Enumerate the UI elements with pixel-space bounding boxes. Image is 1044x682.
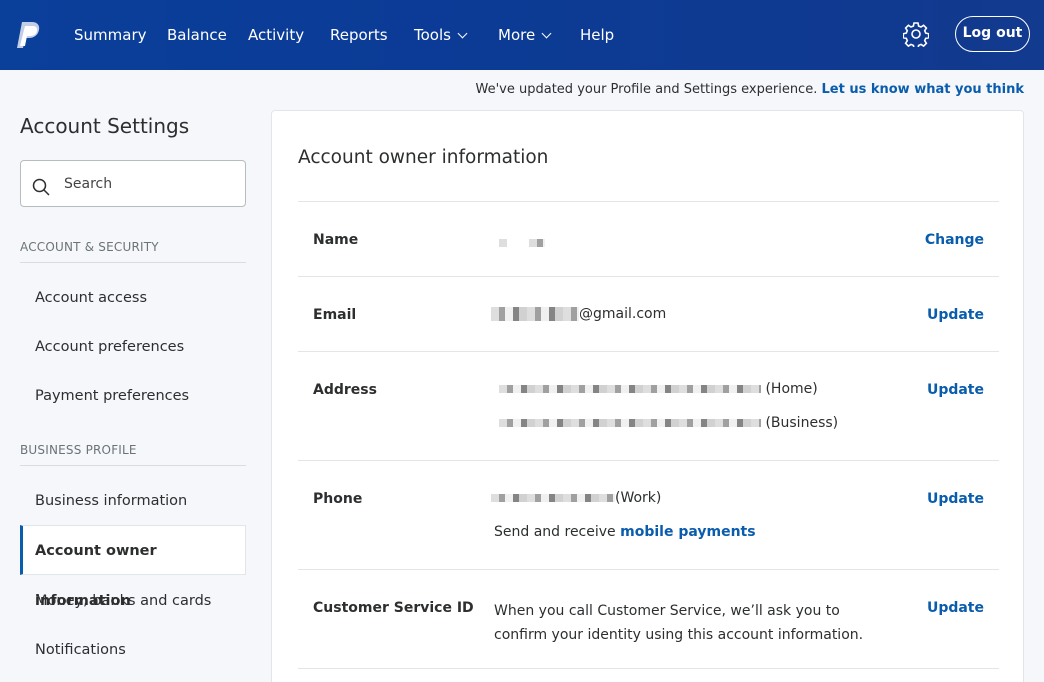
sidebar-item-notifications[interactable]: Notifications [20, 625, 246, 675]
phone-redacted [491, 494, 615, 502]
nav-tools-label: Tools [414, 26, 451, 44]
name-label: Name [313, 232, 359, 248]
search-icon [32, 178, 50, 196]
update-notice: We've updated your Profile and Settings … [476, 82, 1024, 97]
chevron-down-icon [457, 28, 468, 39]
notice-text: We've updated your Profile and Settings … [475, 82, 818, 97]
sidebar-item-payment-preferences[interactable]: Payment preferences [20, 371, 246, 421]
nav-more-label: More [498, 26, 536, 44]
section-heading-business-profile: BUSINESS PROFILE [20, 443, 246, 466]
customer-service-id-line2: confirm your identity using this account… [494, 627, 864, 643]
feedback-link[interactable]: Let us know what you think [821, 82, 1024, 97]
email-domain: @gmail.com [579, 306, 667, 322]
sidebar-title: Account Settings [20, 114, 190, 138]
business-tag: (Business) [765, 415, 839, 431]
sidebar-item-money-banks-cards[interactable]: Money, banks and cards [20, 576, 246, 626]
nav-more[interactable]: More [498, 25, 552, 45]
email-update-link[interactable]: Update [927, 307, 984, 323]
customer-service-id-label: Customer Service ID [313, 600, 474, 616]
mobile-payments-note: Send and receive mobile payments [494, 524, 756, 540]
gear-icon[interactable] [903, 21, 929, 47]
phone-row: Phone (Work) Send and receive mobile pay… [298, 460, 999, 569]
search-input[interactable] [64, 161, 239, 206]
paypal-logo-icon[interactable] [16, 20, 42, 50]
customer-service-id-row: Customer Service ID When you call Custom… [298, 569, 999, 669]
chevron-down-icon [541, 28, 552, 39]
sidebar-item-account-access[interactable]: Account access [20, 273, 246, 323]
nav-reports[interactable]: Reports [330, 25, 388, 45]
home-address: (Home) [499, 381, 818, 397]
phone-value: (Work) [491, 490, 661, 506]
nav-tools[interactable]: Tools [414, 25, 468, 45]
mobile-payments-link[interactable]: mobile payments [620, 524, 755, 540]
account-owner-card: Account owner information Name Change Em… [271, 110, 1024, 682]
section-heading-account-security: ACCOUNT & SECURITY [20, 240, 246, 263]
name-value-redacted [499, 235, 545, 251]
mobile-payments-text: Send and receive [494, 524, 616, 540]
customer-service-id-update-link[interactable]: Update [927, 600, 984, 616]
address-label: Address [313, 382, 377, 398]
email-label: Email [313, 307, 357, 323]
email-row: Email @gmail.com Update [298, 276, 999, 351]
nav-balance[interactable]: Balance [167, 25, 227, 45]
name-change-link[interactable]: Change [925, 232, 984, 248]
address-row: Address (Home) (Business) Update [298, 351, 999, 460]
email-redacted [491, 307, 579, 321]
address-update-link[interactable]: Update [927, 382, 984, 398]
sidebar-item-account-preferences[interactable]: Account preferences [20, 322, 246, 372]
page-title: Account owner information [298, 147, 549, 168]
customer-service-id-line1: When you call Customer Service, we’ll as… [494, 603, 840, 619]
email-value: @gmail.com [491, 306, 666, 322]
phone-label: Phone [313, 491, 363, 507]
logout-button[interactable]: Log out [955, 16, 1030, 52]
customer-service-id-text: When you call Customer Service, we’ll as… [494, 599, 863, 647]
home-tag: (Home) [765, 381, 818, 397]
sidebar-item-business-information[interactable]: Business information [20, 476, 246, 526]
business-address: (Business) [499, 415, 838, 431]
nav-summary[interactable]: Summary [74, 25, 147, 45]
sidebar-item-account-owner-information[interactable]: Account owner information [20, 525, 246, 609]
phone-update-link[interactable]: Update [927, 491, 984, 507]
nav-help[interactable]: Help [580, 25, 614, 45]
name-row: Name Change [298, 201, 999, 276]
search-box[interactable] [20, 160, 246, 207]
phone-tag: (Work) [615, 490, 662, 506]
nav-activity[interactable]: Activity [248, 25, 304, 45]
top-nav: Summary Balance Activity Reports Tools M… [0, 0, 1044, 70]
